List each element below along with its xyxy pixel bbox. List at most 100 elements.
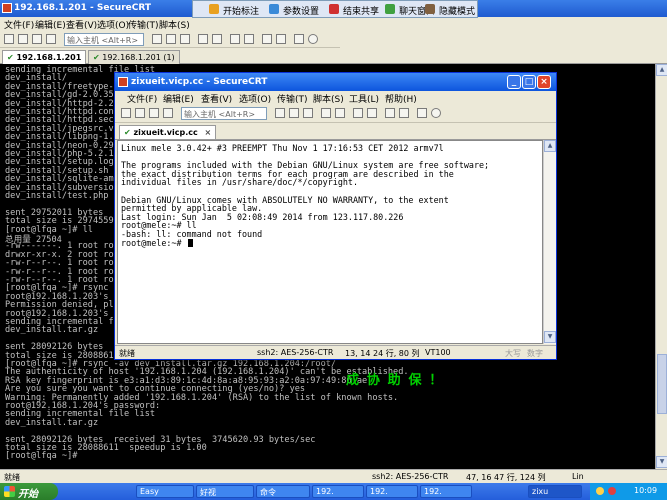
back-host-input[interactable]: 输入主机 <Alt+R> bbox=[64, 33, 144, 46]
taskbar-item-cmd[interactable]: 命令 bbox=[256, 485, 310, 498]
front-status-session: ssh2: AES-256-CTR bbox=[257, 348, 334, 357]
maximize-button[interactable]: □ bbox=[522, 75, 536, 89]
keymap-icon[interactable] bbox=[262, 34, 272, 44]
help-icon[interactable] bbox=[431, 108, 441, 118]
tray-network-icon[interactable] bbox=[596, 487, 604, 495]
front-securecrt-window: zixueit.vicp.cc - SecureCRT _ □ × 文件(F) … bbox=[114, 72, 557, 360]
find-icon[interactable] bbox=[303, 108, 313, 118]
chat-icon bbox=[385, 4, 395, 14]
hide-mode-button[interactable]: 隐藏模式 bbox=[439, 4, 475, 17]
tab-192-168-1-201[interactable]: ✔ 192.168.1.201 bbox=[2, 50, 87, 64]
log-icon[interactable] bbox=[335, 108, 345, 118]
global-options-icon[interactable] bbox=[244, 34, 254, 44]
end-share-button[interactable]: 结束共享 bbox=[343, 4, 379, 17]
scroll-thumb[interactable] bbox=[657, 354, 667, 414]
back-status-ready: 就绪 bbox=[4, 473, 20, 482]
tab-icon[interactable] bbox=[32, 34, 42, 44]
paste-icon[interactable] bbox=[289, 108, 299, 118]
script-icon[interactable] bbox=[399, 108, 409, 118]
overlay-annotation-right: 成 协 助 保 ！ bbox=[346, 373, 443, 388]
windows-logo-icon bbox=[4, 486, 15, 497]
back-menu-script[interactable]: 脚本(S) bbox=[159, 18, 190, 31]
front-menu-help[interactable]: 帮助(H) bbox=[385, 92, 417, 105]
taskbar-item-192-c[interactable]: 192. bbox=[420, 485, 472, 498]
close-button[interactable]: × bbox=[537, 75, 551, 89]
global-options-icon[interactable] bbox=[367, 108, 377, 118]
front-statusbar: 就绪 ssh2: AES-256-CTR 13, 14 24 行, 80 列 V… bbox=[115, 345, 556, 359]
tab-icon[interactable] bbox=[149, 108, 159, 118]
securecrt-app-icon bbox=[2, 3, 12, 13]
connect-icon[interactable] bbox=[121, 108, 131, 118]
print-icon[interactable] bbox=[198, 34, 208, 44]
taskbar-item-192-a[interactable]: 192. bbox=[312, 485, 364, 498]
taskbar-item-192-b[interactable]: 192. bbox=[366, 485, 418, 498]
sftp-icon[interactable] bbox=[294, 34, 304, 44]
taskbar-item-easy[interactable]: Easy bbox=[136, 485, 194, 498]
connect-icon[interactable] bbox=[4, 34, 14, 44]
script-icon[interactable] bbox=[276, 34, 286, 44]
front-host-input[interactable]: 输入主机 <Alt+R> bbox=[181, 107, 267, 120]
scroll-down-arrow[interactable]: ▼ bbox=[544, 331, 556, 343]
tray-security-icon[interactable] bbox=[608, 487, 616, 495]
minimize-button[interactable]: _ bbox=[507, 75, 521, 89]
sftp-icon[interactable] bbox=[417, 108, 427, 118]
front-status-num: 数字 bbox=[527, 349, 543, 358]
print-icon[interactable] bbox=[321, 108, 331, 118]
front-menu-transfer[interactable]: 传输(T) bbox=[277, 92, 308, 105]
start-button[interactable]: 开始 bbox=[0, 483, 58, 500]
back-menu-edit[interactable]: 编辑(E) bbox=[35, 18, 66, 31]
back-toolbar: 输入主机 <Alt+R> bbox=[0, 31, 340, 48]
back-terminal-line: [root@lfqa ~]# bbox=[5, 451, 78, 462]
scroll-up-arrow[interactable]: ▲ bbox=[656, 64, 667, 76]
quick-connect-icon[interactable] bbox=[18, 34, 28, 44]
log-icon[interactable] bbox=[212, 34, 222, 44]
front-terminal[interactable]: Linux mele 3.0.42+ #3 PREEMPT Thu Nov 1 … bbox=[117, 140, 543, 344]
options-icon[interactable] bbox=[353, 108, 363, 118]
securecrt-app-icon bbox=[118, 77, 128, 87]
find-icon[interactable] bbox=[180, 34, 190, 44]
back-menu-options[interactable]: 选项(O) bbox=[97, 18, 129, 31]
back-menu-transfer[interactable]: 传输(T) bbox=[128, 18, 159, 31]
front-status-position: 13, 14 24 行, 80 列 bbox=[345, 349, 420, 358]
start-annotate-button[interactable]: 开始标注 bbox=[223, 4, 259, 17]
tab-zixueit[interactable]: ✔ zixueit.vicp.cc × bbox=[119, 125, 217, 139]
taskbar-item-haoshi[interactable]: 好视 bbox=[196, 485, 254, 498]
quick-connect-icon[interactable] bbox=[135, 108, 145, 118]
back-window-title: 192.168.1.201 - SecureCRT bbox=[14, 3, 152, 13]
front-window-titlebar[interactable]: zixueit.vicp.cc - SecureCRT _ □ × bbox=[115, 73, 556, 91]
copy-icon[interactable] bbox=[152, 34, 162, 44]
keymap-icon[interactable] bbox=[385, 108, 395, 118]
reconnect-icon[interactable] bbox=[163, 108, 173, 118]
front-status-caps: 大写 bbox=[505, 349, 521, 358]
settings-icon bbox=[269, 4, 279, 14]
front-terminal-line: root@mele:~# bbox=[121, 237, 182, 248]
back-scrollbar[interactable]: ▲ ▼ bbox=[655, 64, 667, 469]
scroll-up-arrow[interactable]: ▲ bbox=[544, 140, 556, 152]
front-menubar: 文件(F) 编辑(E) 查看(V) 选项(O) 传输(T) 脚本(S) 工具(L… bbox=[115, 91, 556, 105]
start-label: 开始 bbox=[18, 489, 38, 500]
front-menu-script[interactable]: 脚本(S) bbox=[313, 92, 344, 105]
help-icon[interactable] bbox=[308, 34, 318, 44]
options-icon[interactable] bbox=[230, 34, 240, 44]
scroll-down-arrow[interactable]: ▼ bbox=[656, 456, 667, 468]
front-terminal-line: individual files in /usr/share/doc/*/cop… bbox=[121, 177, 358, 188]
settings-button[interactable]: 参数设置 bbox=[283, 4, 319, 17]
front-scrollbar[interactable]: ▲ ▼ bbox=[543, 140, 556, 344]
paste-icon[interactable] bbox=[166, 34, 176, 44]
back-terminal-line: dev_install.tar.gz bbox=[5, 417, 99, 428]
front-terminal-line: Linux mele 3.0.42+ #3 PREEMPT Thu Nov 1 … bbox=[121, 143, 444, 153]
taskbar-item-zixu[interactable]: zixu bbox=[528, 485, 582, 498]
reconnect-icon[interactable] bbox=[46, 34, 56, 44]
front-menu-edit[interactable]: 编辑(E) bbox=[163, 92, 194, 105]
front-menu-view[interactable]: 查看(V) bbox=[201, 92, 232, 105]
front-status-term: VT100 bbox=[425, 348, 451, 357]
tray-clock[interactable]: 10:09 bbox=[634, 486, 657, 495]
copy-icon[interactable] bbox=[275, 108, 285, 118]
back-menu-view[interactable]: 查看(V) bbox=[66, 18, 97, 31]
tab-close-icon[interactable]: × bbox=[205, 128, 212, 137]
front-menu-options[interactable]: 选项(O) bbox=[239, 92, 271, 105]
tab-192-168-1-201-1[interactable]: ✔ 192.168.1.201 (1) bbox=[88, 50, 180, 64]
front-menu-file[interactable]: 文件(F) bbox=[127, 92, 157, 105]
front-menu-tools[interactable]: 工具(L) bbox=[349, 92, 379, 105]
back-menu-file[interactable]: 文件(F) bbox=[4, 18, 34, 31]
